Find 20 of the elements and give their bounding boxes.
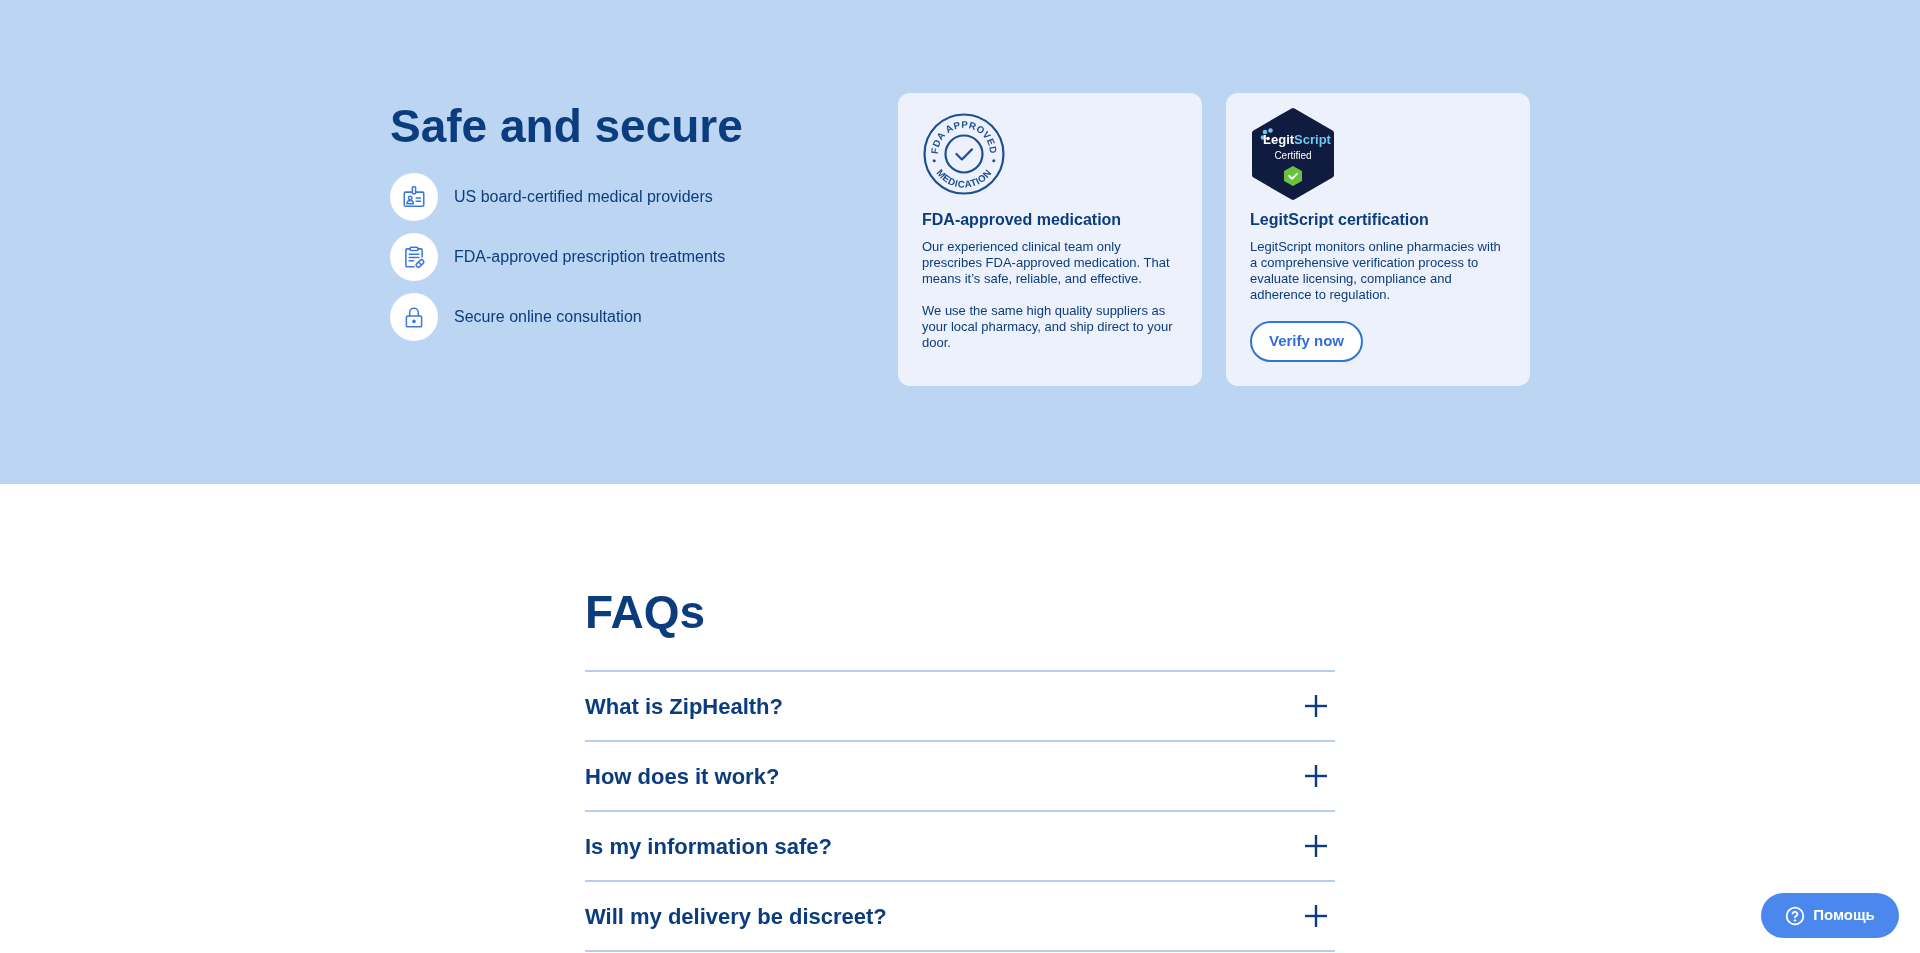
- faq-question[interactable]: Will my delivery be discreet?: [585, 880, 1335, 950]
- faq-question[interactable]: What is ZipHealth?: [585, 670, 1335, 740]
- card-text: Our experienced clinical team only prescribes FDA-approved medication. That means it’s safe, reliable, and effective.: [922, 239, 1171, 287]
- feature-text: FDA-approved prescription treatments: [454, 247, 726, 267]
- legitscript-certified-badge: LegitScript Certified: [1250, 107, 1336, 201]
- faq-question[interactable]: Is my information safe?: [585, 810, 1335, 880]
- clipboard-pill-icon: [390, 233, 438, 281]
- id-card-icon: [390, 173, 438, 221]
- section-title: Safe and secure: [390, 99, 743, 154]
- feature-text: US board-certified medical providers: [454, 187, 713, 207]
- card-text: We use the same high quality suppliers as your local pharmacy, and ship direct to your door.: [922, 303, 1174, 351]
- card-text: LegitScript monitors online pharmacies with a comprehensive verification process to evaluate licensing, compliance and adherence to regulation.: [1250, 239, 1502, 303]
- faq-title: FAQs: [585, 585, 707, 640]
- card-title: FDA-approved medication: [922, 211, 1123, 229]
- help-icon: [1785, 905, 1806, 926]
- card-title: LegitScript certification: [1250, 211, 1430, 229]
- verify-now-button[interactable]: Verify now: [1250, 321, 1364, 362]
- feature-text: Secure online consultation: [454, 307, 642, 327]
- faq-question[interactable]: How does it work?: [585, 740, 1335, 810]
- padlock-icon: [390, 293, 438, 341]
